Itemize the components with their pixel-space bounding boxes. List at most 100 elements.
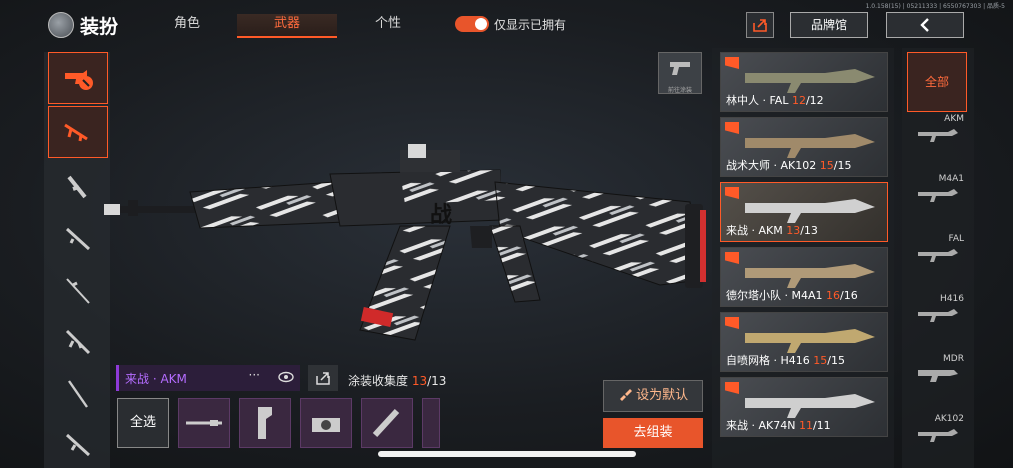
skin-share-button[interactable]: [308, 365, 338, 391]
svg-text:战: 战: [430, 203, 452, 228]
chevron-left-icon: [920, 18, 929, 32]
share-icon: [316, 372, 330, 385]
stock-icon: [258, 407, 272, 439]
owned-only-label: 仅显示已拥有: [494, 18, 567, 32]
skin-card-h416[interactable]: 自喷网格 · H416 15/15: [720, 312, 888, 372]
filter-h416[interactable]: H416: [902, 294, 974, 328]
select-all-button[interactable]: 全选: [117, 398, 169, 448]
share-icon: [753, 19, 767, 32]
skin-label: 战术大师 · AK102 15/15: [726, 159, 852, 172]
category-lmg[interactable]: [48, 316, 108, 368]
filter-label: M4A1: [938, 174, 964, 184]
paint-brush-icon: [619, 389, 632, 401]
ak102-thumbnail-icon: [745, 134, 875, 158]
receiver-icon: [312, 418, 340, 432]
set-default-button[interactable]: 设为默认: [603, 380, 703, 412]
rifle-icon: [65, 433, 91, 457]
owned-only-toggle[interactable]: [455, 16, 489, 32]
go-paint-label: 前往涂装: [667, 87, 692, 94]
collection-progress: 涂装收集度 13/13: [348, 372, 446, 389]
selected-skin-bar[interactable]: 来战 · AKM ···: [116, 365, 300, 391]
skin-label: 林中人 · FAL 12/12: [726, 94, 824, 107]
category-pistol[interactable]: [48, 418, 108, 468]
page-title: 装扮: [80, 16, 119, 38]
skin-list: 林中人 · FAL 12/12 战术大师 · AK102 15/15 来战 · …: [712, 48, 894, 468]
ak102-icon: [918, 429, 958, 442]
paint-tag-icon: [725, 187, 739, 199]
tab-weapon[interactable]: 武器: [237, 14, 337, 38]
h416-icon: [918, 309, 958, 322]
category-shotgun[interactable]: [48, 212, 108, 264]
filter-all-button[interactable]: 全部: [907, 52, 967, 112]
category-marksman[interactable]: [48, 368, 108, 420]
tab-character[interactable]: 角色: [155, 14, 219, 38]
skin-label: 来战 · AK74N 11/11: [726, 419, 831, 432]
top-bar: 1.0.158(15) | 05211333 | 6550767303 | 品质…: [0, 0, 1013, 48]
marksman-rifle-icon: [68, 380, 88, 408]
category-assault-rifle[interactable]: [48, 106, 108, 158]
fal-icon: [918, 249, 958, 262]
category-sniper[interactable]: [48, 264, 108, 316]
ak74n-thumbnail-icon: [745, 394, 875, 418]
handguard-icon: [372, 408, 400, 438]
version-text: 1.0.158(15) | 05211333 | 6550767303 | 品质…: [865, 3, 1005, 10]
weapon-preview-akm[interactable]: 战: [100, 130, 720, 360]
go-paint-button[interactable]: 前往涂装: [658, 52, 702, 94]
category-featured[interactable]: [48, 52, 108, 104]
skin-card-akm[interactable]: 来战 · AKM 13/13: [720, 182, 888, 242]
m4a1-thumbnail-icon: [745, 264, 875, 288]
brand-hall-button[interactable]: 品牌馆: [790, 12, 868, 38]
back-button[interactable]: [886, 12, 964, 38]
skin-card-fal[interactable]: 林中人 · FAL 12/12: [720, 52, 888, 112]
set-default-label: 设为默认: [636, 388, 689, 403]
paint-tag-icon: [725, 122, 739, 134]
eye-icon[interactable]: [278, 371, 294, 383]
filter-label: AKM: [944, 114, 964, 124]
part-slot-more[interactable]: [422, 398, 440, 448]
filter-fal[interactable]: FAL: [902, 234, 974, 268]
skin-label: 来战 · AKM 13/13: [726, 224, 818, 237]
filter-mdr[interactable]: MDR: [902, 354, 974, 388]
skin-label: 自喷网格 · H416 15/15: [726, 354, 845, 367]
filter-label: FAL: [948, 234, 964, 244]
shotgun-icon: [65, 227, 91, 251]
filter-label: AK102: [934, 414, 964, 424]
go-assemble-button[interactable]: 去组装: [603, 418, 703, 448]
part-slot-barrel[interactable]: [178, 398, 230, 448]
filter-ak102[interactable]: AK102: [902, 414, 974, 448]
m4a1-icon: [918, 189, 958, 202]
filter-akm[interactable]: AKM: [902, 114, 974, 148]
akm-icon: [918, 129, 958, 142]
paint-tag-icon: [725, 252, 739, 264]
machine-gun-icon: [65, 329, 91, 355]
share-button[interactable]: [746, 12, 774, 38]
more-options-icon[interactable]: ···: [249, 368, 260, 382]
paint-tag-icon: [725, 382, 739, 394]
assault-rifle-icon: [64, 123, 88, 142]
pistol-icon: [670, 62, 690, 75]
barrel-icon: [186, 420, 222, 426]
filter-label: H416: [940, 294, 964, 304]
collection-label: 涂装收集度: [348, 374, 409, 388]
skin-card-m4a1[interactable]: 德尔塔小队 · M4A1 16/16: [720, 247, 888, 307]
globe-logo-icon: [48, 12, 74, 38]
home-indicator[interactable]: [378, 451, 636, 457]
tab-personality[interactable]: 个性: [356, 14, 420, 38]
fal-thumbnail-icon: [745, 69, 875, 93]
part-slot-handguard[interactable]: [361, 398, 413, 448]
paint-tag-icon: [725, 57, 739, 69]
collection-current: 13: [411, 374, 428, 388]
collection-total: /13: [427, 374, 447, 388]
skin-card-ak102[interactable]: 战术大师 · AK102 15/15: [720, 117, 888, 177]
filter-m4a1[interactable]: M4A1: [902, 174, 974, 208]
part-slot-stock[interactable]: [239, 398, 291, 448]
part-slot-receiver[interactable]: [300, 398, 352, 448]
skin-card-ak74n[interactable]: 来战 · AK74N 11/11: [720, 377, 888, 437]
toggle-knob: [475, 18, 487, 30]
category-smg[interactable]: [48, 162, 108, 214]
featured-weapon-icon: [65, 70, 93, 90]
smg-icon: [67, 175, 87, 199]
sniper-rifle-icon: [66, 278, 90, 304]
mdr-icon: [918, 370, 958, 382]
selected-skin-name: 来战 · AKM: [125, 372, 187, 386]
